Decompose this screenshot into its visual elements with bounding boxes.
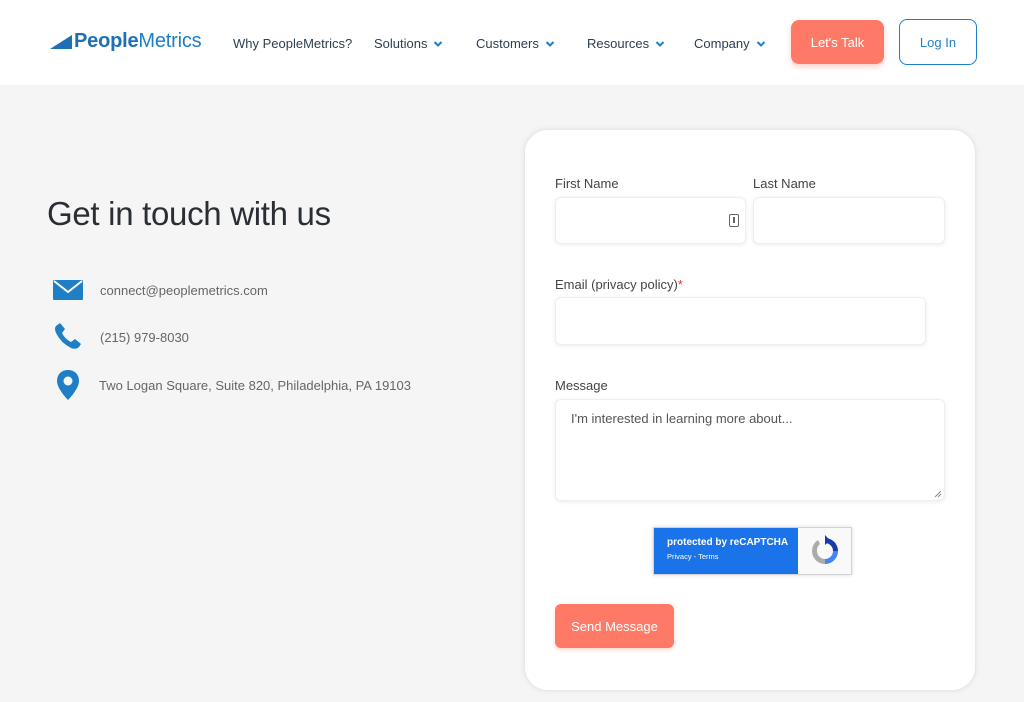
message-field[interactable] xyxy=(555,399,945,501)
logo-text: PeopleMetrics xyxy=(74,30,202,53)
nav-item-label: Why PeopleMetrics? xyxy=(233,36,353,51)
contact-address: Two Logan Square, Suite 820, Philadelphi… xyxy=(99,377,411,393)
logo-mark-icon xyxy=(50,34,72,49)
recaptcha-title: protected by reCAPTCHA xyxy=(667,537,789,548)
logo[interactable]: PeopleMetrics xyxy=(50,30,202,53)
first-name-field[interactable] xyxy=(555,197,746,244)
logo-text-metrics: Metrics xyxy=(138,30,202,52)
nav-item-label: Customers xyxy=(476,36,539,51)
first-name-input[interactable] xyxy=(556,198,745,243)
email-label-text: Email (privacy policy) xyxy=(555,277,678,292)
contact-phone-row: (215) 979-8030 xyxy=(52,322,189,352)
last-name-input[interactable] xyxy=(754,198,944,243)
contact-title: Get in touch with us xyxy=(47,195,331,232)
nav-item-customers[interactable]: Customers xyxy=(476,36,555,51)
email-field[interactable] xyxy=(555,297,926,345)
nav-item-solutions[interactable]: Solutions xyxy=(374,36,443,51)
nav-item-label: Resources xyxy=(587,36,650,51)
last-name-field[interactable] xyxy=(753,197,945,244)
envelope-icon xyxy=(52,275,84,305)
contact-email-row: connect@peoplemetrics.com xyxy=(52,275,268,305)
map-pin-icon xyxy=(52,370,84,400)
recaptcha-logo-icon xyxy=(798,528,851,574)
login-button[interactable]: Log In xyxy=(899,19,977,65)
contact-address-row: Two Logan Square, Suite 820, Philadelphi… xyxy=(52,370,411,400)
nav-item-label: Solutions xyxy=(374,36,428,51)
resize-grip-icon[interactable] xyxy=(934,490,942,498)
recaptcha-badge[interactable]: protected by reCAPTCHA Privacy - Terms xyxy=(653,527,852,575)
lets-talk-button[interactable]: Let's Talk xyxy=(791,20,884,64)
recaptcha-text-panel: protected by reCAPTCHA Privacy - Terms xyxy=(654,528,798,574)
autofill-icon[interactable] xyxy=(729,214,739,227)
send-message-button[interactable]: Send Message xyxy=(555,604,674,648)
email-input[interactable] xyxy=(556,298,925,344)
chevron-down-icon xyxy=(756,40,765,47)
chevron-down-icon xyxy=(434,40,443,47)
last-name-label: Last Name xyxy=(753,176,816,191)
nav-item-why[interactable]: Why PeopleMetrics? xyxy=(233,36,352,51)
chevron-down-icon xyxy=(545,40,555,47)
contact-email[interactable]: connect@peoplemetrics.com xyxy=(100,283,268,298)
chevron-down-icon xyxy=(655,40,665,47)
required-mark: * xyxy=(677,277,683,292)
message-label: Message xyxy=(555,378,608,393)
site-header: PeopleMetrics Why PeopleMetrics? Solutio… xyxy=(0,0,1024,85)
email-label: Email (privacy policy)* xyxy=(555,277,683,292)
nav-item-label: Company xyxy=(694,36,750,51)
first-name-label: First Name xyxy=(555,176,619,191)
nav-item-company[interactable]: Company xyxy=(694,36,766,51)
logo-text-people: People xyxy=(74,30,139,52)
nav-item-resources[interactable]: Resources xyxy=(587,36,665,51)
contact-phone[interactable]: (215) 979-8030 xyxy=(100,330,189,345)
recaptcha-links[interactable]: Privacy - Terms xyxy=(667,552,798,561)
message-textarea[interactable] xyxy=(556,400,944,500)
phone-icon xyxy=(52,322,84,352)
